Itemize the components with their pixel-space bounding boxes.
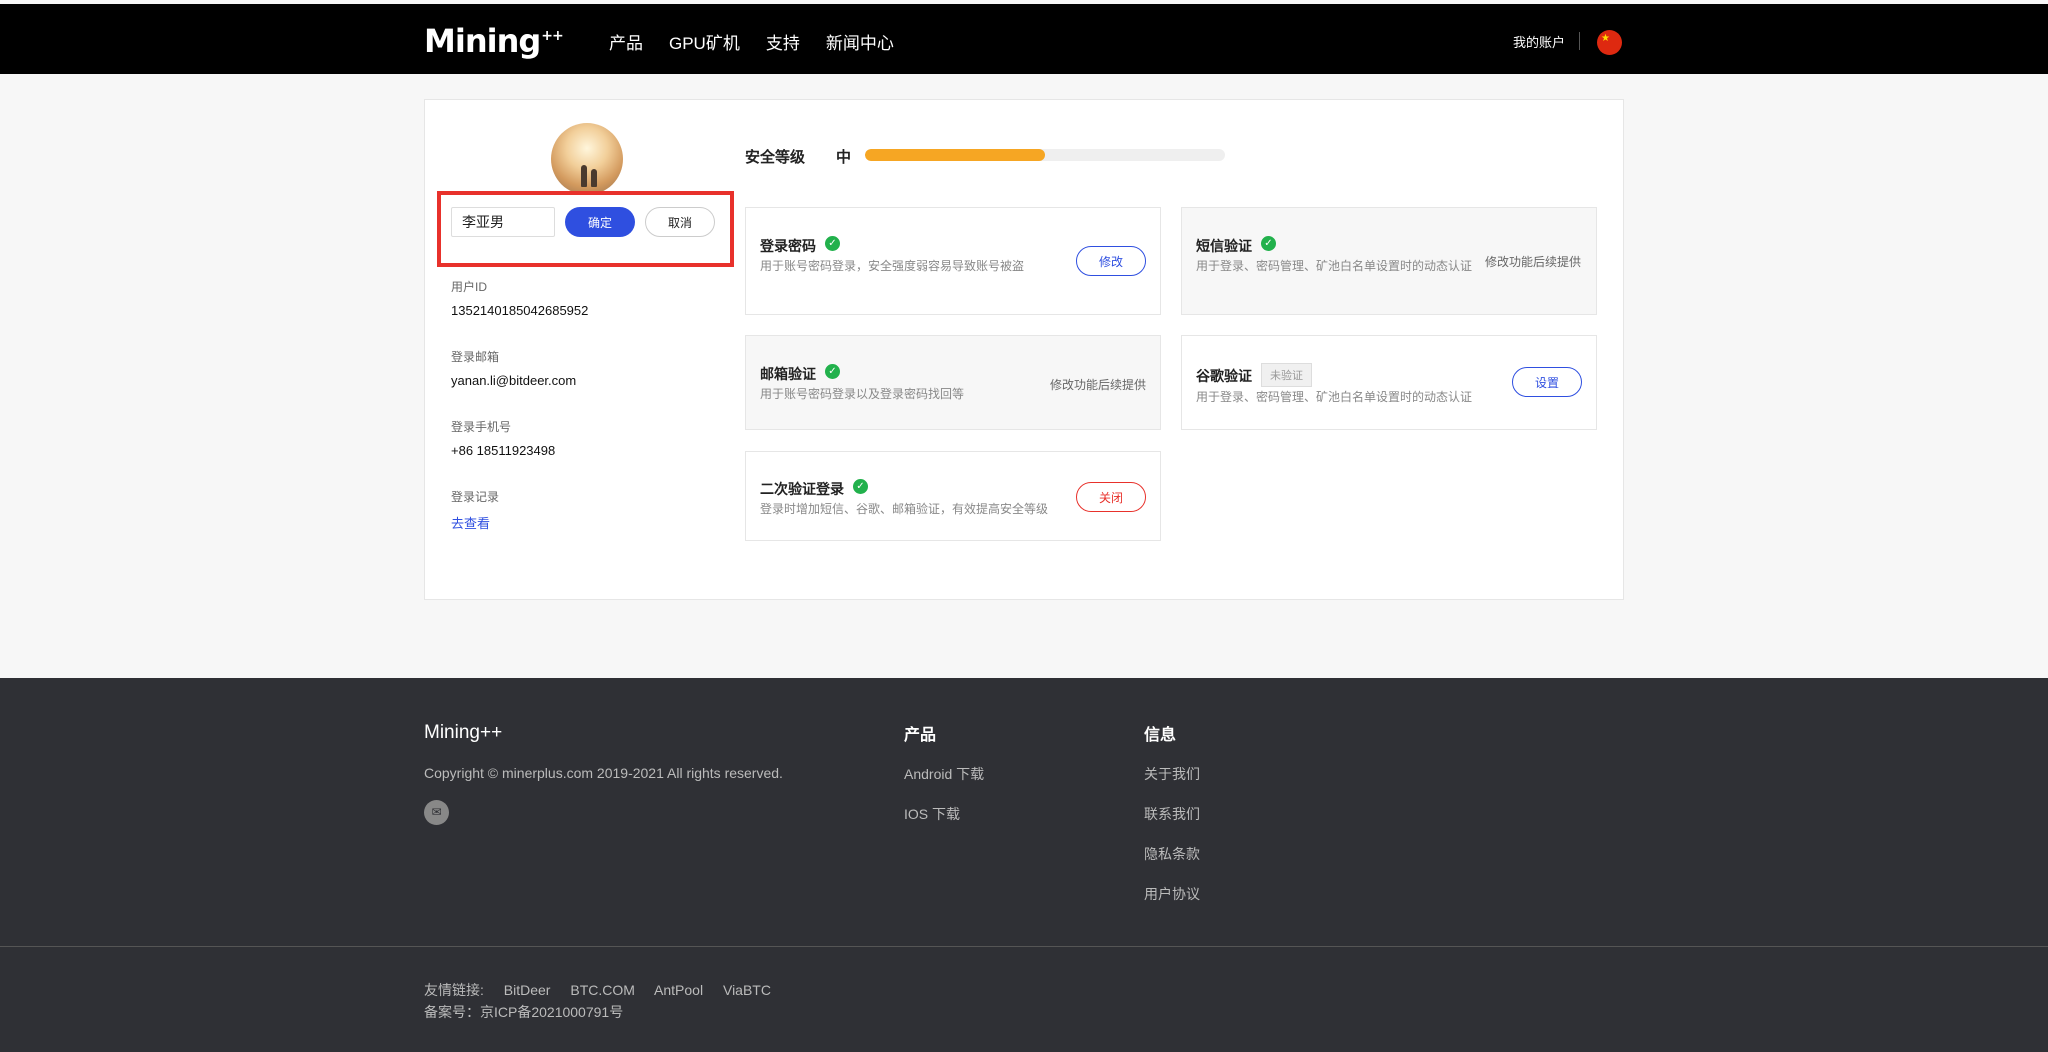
nav-item-products[interactable]: 产品 <box>609 29 643 54</box>
footer-link-ios[interactable]: IOS 下载 <box>904 804 960 824</box>
feature-pending-note: 修改功能后续提供 <box>1050 378 1147 392</box>
nav-item-gpu-miner[interactable]: GPU矿机 <box>669 29 740 54</box>
phone-label: 登录手机号 <box>451 420 512 434</box>
footer-link-about[interactable]: 关于我们 <box>1144 764 1200 784</box>
footer-link-privacy[interactable]: 隐私条款 <box>1144 844 1200 864</box>
panel-desc: 登录时增加短信、谷歌、邮箱验证，有效提高安全等级 <box>760 502 1049 516</box>
security-level-title: 安全等级 <box>745 149 806 166</box>
footer-info-heading: 信息 <box>1144 727 1177 744</box>
main-nav: 产品 GPU矿机 支持 新闻中心 <box>609 29 920 54</box>
panel-google-verification: 谷歌验证 未验证 用于登录、密码管理、矿池白名单设置时的动态认证 设置 <box>1181 335 1597 430</box>
user-id-label: 用户ID <box>451 280 488 294</box>
panel-two-factor-login: 二次验证登录 ✓ 登录时增加短信、谷歌、邮箱验证，有效提高安全等级 关闭 <box>745 451 1161 541</box>
check-circle-icon: ✓ <box>1261 236 1276 251</box>
user-id-value: 1352140185042685952 <box>451 303 589 318</box>
friend-link-viabtc[interactable]: ViaBTC <box>723 982 771 998</box>
friend-links-label: 友情链接: <box>424 982 484 998</box>
footer-link-android[interactable]: Android 下载 <box>904 764 984 784</box>
login-log-label: 登录记录 <box>451 490 500 504</box>
footer-link-contact[interactable]: 联系我们 <box>1144 804 1200 824</box>
panel-title: 二次验证登录 <box>760 481 844 497</box>
site-logo[interactable]: Mining++ <box>424 22 564 60</box>
panel-desc: 用于账号密码登录以及登录密码找回等 <box>760 387 965 401</box>
nickname-input[interactable] <box>451 207 555 237</box>
security-progress-fill <box>865 149 1045 161</box>
feature-pending-note: 修改功能后续提供 <box>1485 255 1582 269</box>
nav-item-support[interactable]: 支持 <box>766 29 800 54</box>
wechat-icon[interactable]: ✉ <box>424 800 449 825</box>
top-header: Mining++ 产品 GPU矿机 支持 新闻中心 我的账户 ★ <box>0 4 2048 74</box>
panel-desc: 用于登录、密码管理、矿池白名单设置时的动态认证 <box>1196 390 1473 404</box>
panel-title: 谷歌验证 <box>1196 368 1252 384</box>
disable-2fa-button[interactable]: 关闭 <box>1076 482 1146 512</box>
avatar-figure <box>581 165 587 187</box>
footer-copyright: Copyright © minerplus.com 2019-2021 All … <box>424 765 783 781</box>
nav-item-news[interactable]: 新闻中心 <box>826 29 894 54</box>
panel-desc: 用于账号密码登录，安全强度弱容易导致账号被盗 <box>760 259 1025 273</box>
modify-password-button[interactable]: 修改 <box>1076 246 1146 276</box>
panel-sms-verification: 短信验证 ✓ 用于登录、密码管理、矿池白名单设置时的动态认证 修改功能后续提供 <box>1181 207 1597 315</box>
footer-link-terms[interactable]: 用户协议 <box>1144 884 1200 904</box>
view-login-log-link[interactable]: 去查看 <box>451 513 490 532</box>
confirm-button[interactable]: 确定 <box>565 207 635 237</box>
icp-record: 备案号：京ICP备2021000791号 <box>424 1004 624 1020</box>
unverified-badge: 未验证 <box>1261 363 1312 387</box>
security-level-value: 中 <box>836 149 852 166</box>
footer-products-heading: 产品 <box>904 727 937 744</box>
friend-links: 友情链接: BitDeer BTC.COM AntPool ViaBTC <box>424 980 787 1000</box>
email-value: yanan.li@bitdeer.com <box>451 373 577 388</box>
header-divider <box>1579 32 1580 50</box>
phone-value: +86 18511923498 <box>451 443 556 458</box>
setup-google-button[interactable]: 设置 <box>1512 367 1582 397</box>
cancel-button[interactable]: 取消 <box>645 207 715 237</box>
check-circle-icon: ✓ <box>853 479 868 494</box>
friend-link-btccom[interactable]: BTC.COM <box>570 982 635 998</box>
panel-desc: 用于登录、密码管理、矿池白名单设置时的动态认证 <box>1196 259 1473 273</box>
footer-brand: Mining++ <box>424 722 503 743</box>
avatar-figure <box>591 169 597 187</box>
footer-divider <box>0 946 2048 947</box>
site-footer: Mining++ Copyright © minerplus.com 2019-… <box>0 678 2048 1052</box>
security-progress-bar <box>865 149 1225 161</box>
panel-login-password: 登录密码 ✓ 用于账号密码登录，安全强度弱容易导致账号被盗 修改 <box>745 207 1161 315</box>
friend-link-antpool[interactable]: AntPool <box>654 982 703 998</box>
panel-title: 邮箱验证 <box>760 366 816 382</box>
panel-title: 登录密码 <box>760 238 816 254</box>
china-flag-icon[interactable]: ★ <box>1597 30 1622 55</box>
my-account-link[interactable]: 我的账户 <box>1513 32 1565 51</box>
email-label: 登录邮箱 <box>451 350 500 364</box>
friend-link-bitdeer[interactable]: BitDeer <box>504 982 551 998</box>
avatar[interactable] <box>551 123 623 195</box>
panel-title: 短信验证 <box>1196 238 1252 254</box>
check-circle-icon: ✓ <box>825 364 840 379</box>
check-circle-icon: ✓ <box>825 236 840 251</box>
panel-email-verification: 邮箱验证 ✓ 用于账号密码登录以及登录密码找回等 修改功能后续提供 <box>745 335 1161 430</box>
